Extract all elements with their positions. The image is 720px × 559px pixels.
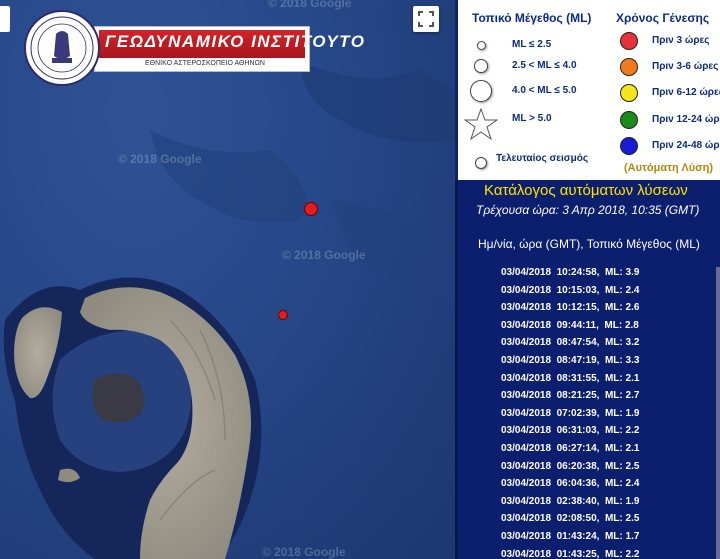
catalog-panel: Κατάλογος αυτόματων λύσεων Τρέχουσα ώρα:… xyxy=(455,180,720,559)
age-label: Πριν 3-6 ώρες xyxy=(652,61,719,72)
magnitude-legend-title: Τοπικό Μέγεθος (ML) xyxy=(472,11,592,25)
catalog-row[interactable]: 03/04/2018 07:02:39, ML: 1.9 xyxy=(501,408,639,425)
current-time: Τρέχουσα ώρα: 3 Απρ 2018, 10:35 (GMT) xyxy=(476,203,700,217)
observatory-seal-icon xyxy=(24,10,100,86)
institute-logo: ΓΕΩΔΥΝΑΜΙΚΟ ΙΝΣΤΙΤΟΥΤΟ ΕΘΝΙΚΟ ΑΣΤΕΡΟΣΚΟΠ… xyxy=(24,10,364,86)
magnitude-label: ML ≤ 2.5 xyxy=(512,39,552,50)
catalog-row[interactable]: 03/04/2018 06:27:14, ML: 2.1 xyxy=(501,443,639,460)
catalog-row[interactable]: 03/04/2018 06:31:03, ML: 2.2 xyxy=(501,425,639,442)
magnitude-large-icon xyxy=(470,80,492,102)
age-label: Πριν 12-24 ώρες xyxy=(652,114,720,125)
magnitude-medium-icon xyxy=(474,59,488,73)
latest-quake-icon xyxy=(475,157,487,169)
legend-panel: Τοπικό Μέγεθος (ML) Χρόνος Γένεσης ML ≤ … xyxy=(455,0,720,180)
catalog-row[interactable]: 03/04/2018 08:47:54, ML: 3.2 xyxy=(501,337,639,354)
latest-quake-label: Τελευταίος σεισμός xyxy=(496,153,589,164)
catalog-column-header: Ημ/νία, ώρα (GMT), Τοπικό Μέγεθος (ML) xyxy=(478,237,700,251)
logo-banner: ΓΕΩΔΥΝΑΜΙΚΟ ΙΝΣΤΙΤΟΥΤΟ ΕΘΝΙΚΟ ΑΣΤΕΡΟΣΚΟΠ… xyxy=(94,26,364,72)
google-watermark: © 2018 Google xyxy=(262,545,346,559)
earthquake-marker[interactable] xyxy=(304,202,318,216)
age-dot-icon xyxy=(620,32,638,50)
catalog-row[interactable]: 03/04/2018 10:15:03, ML: 2.4 xyxy=(501,285,639,302)
catalog-row[interactable]: 03/04/2018 10:12:15, ML: 2.6 xyxy=(501,302,639,319)
age-label: Πριν 3 ώρες xyxy=(652,35,710,46)
logo-subtitle: ΕΘΝΙΚΟ ΑΣΤΕΡΟΣΚΟΠΕΙΟ ΑΘΗΝΩΝ xyxy=(145,60,265,67)
magnitude-small-icon xyxy=(477,41,486,50)
catalog-row[interactable]: 03/04/2018 02:38:40, ML: 1.9 xyxy=(501,496,639,513)
automatic-solution-note: (Αυτόματη Λύση) xyxy=(624,162,714,174)
catalog-row[interactable]: 03/04/2018 06:20:38, ML: 2.5 xyxy=(501,461,639,478)
google-watermark: © 2018 Google xyxy=(118,152,202,166)
catalog-row[interactable]: 03/04/2018 01:43:25, ML: 2.2 xyxy=(501,549,639,559)
catalog-row[interactable]: 03/04/2018 02:08:50, ML: 2.5 xyxy=(501,513,639,530)
catalog-row[interactable]: 03/04/2018 09:44:11, ML: 2.8 xyxy=(501,320,639,337)
age-label: Πριν 24-48 ώρες xyxy=(652,140,720,151)
catalog-row[interactable]: 03/04/2018 08:21:25, ML: 2.7 xyxy=(501,390,639,407)
logo-title: ΓΕΩΔΥΝΑΜΙΚΟ ΙΝΣΤΙΤΟΥΤΟ xyxy=(105,32,366,51)
earthquake-marker[interactable] xyxy=(278,310,288,320)
star-icon xyxy=(464,108,498,141)
catalog-title: Κατάλογος αυτόματων λύσεων xyxy=(484,182,688,199)
magnitude-label: 2.5 < ML ≤ 4.0 xyxy=(512,60,577,71)
age-label: Πριν 6-12 ώρες xyxy=(652,87,720,98)
age-dot-icon xyxy=(620,137,638,155)
magnitude-label: ML > 5.0 xyxy=(512,113,552,124)
google-watermark: © 2018 Google xyxy=(268,0,352,10)
magnitude-label: 4.0 < ML ≤ 5.0 xyxy=(512,85,577,96)
catalog-row[interactable]: 03/04/2018 01:43:24, ML: 1.7 xyxy=(501,531,639,548)
catalog-row[interactable]: 03/04/2018 08:31:55, ML: 2.1 xyxy=(501,373,639,390)
catalog-row[interactable]: 03/04/2018 10:24:58, ML: 3.9 xyxy=(501,267,639,284)
age-legend-title: Χρόνος Γένεσης xyxy=(616,11,710,25)
fullscreen-button[interactable] xyxy=(413,6,439,32)
age-dot-icon xyxy=(620,111,638,129)
map-control-button[interactable] xyxy=(0,6,10,32)
catalog-row[interactable]: 03/04/2018 08:47:19, ML: 3.3 xyxy=(501,355,639,372)
google-watermark: © 2018 Google xyxy=(282,248,366,262)
map-view[interactable]: © 2018 Google © 2018 Google © 2018 Googl… xyxy=(0,0,455,559)
catalog-scrollbar[interactable] xyxy=(716,267,720,559)
fullscreen-icon xyxy=(418,11,434,27)
age-dot-icon xyxy=(620,58,638,76)
catalog-row[interactable]: 03/04/2018 06:04:36, ML: 2.4 xyxy=(501,478,639,495)
age-dot-icon xyxy=(620,84,638,102)
